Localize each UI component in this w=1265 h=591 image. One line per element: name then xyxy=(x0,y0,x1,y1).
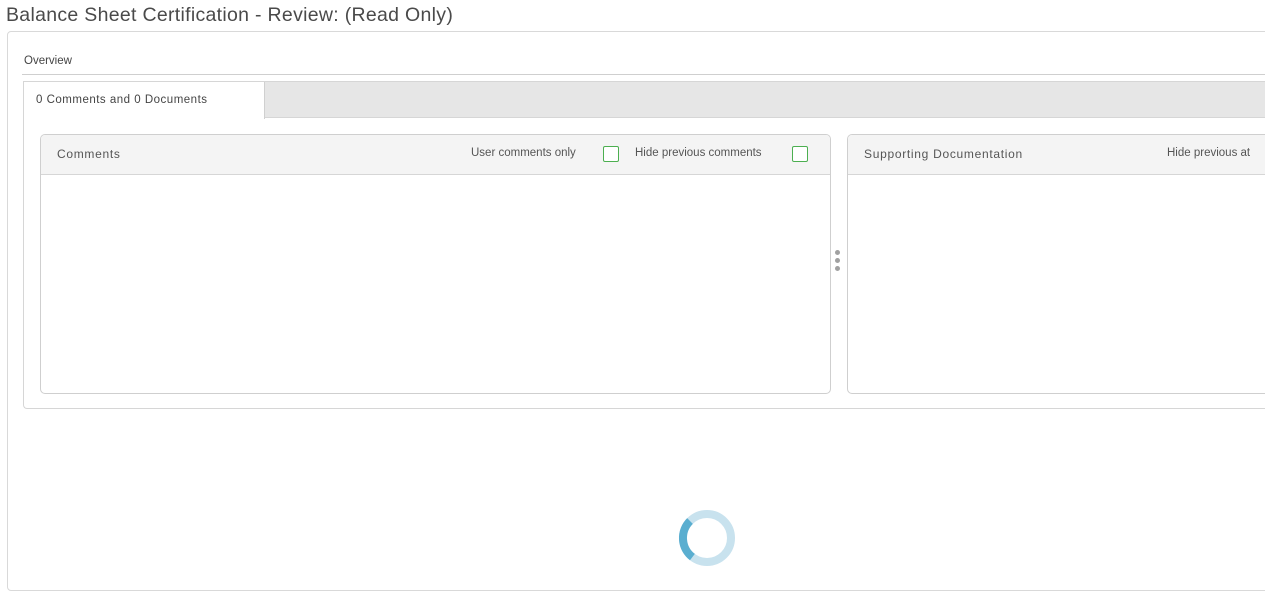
supporting-documentation-title: Supporting Documentation xyxy=(864,147,1023,161)
hide-previous-comments-checkbox[interactable] xyxy=(792,146,808,162)
overview-label: Overview xyxy=(24,55,72,67)
comments-panel-header: Comments User comments only Hide previou… xyxy=(41,135,830,175)
comments-list xyxy=(41,175,830,393)
vertical-dots-icon xyxy=(835,250,840,255)
page-title: Balance Sheet Certification - Review: (R… xyxy=(6,4,454,26)
user-comments-only-checkbox[interactable] xyxy=(603,146,619,162)
panel-splitter[interactable] xyxy=(835,250,841,280)
supporting-documentation-panel: Supporting Documentation Hide previous a… xyxy=(847,134,1265,394)
comments-panel-title: Comments xyxy=(57,147,121,161)
documents-list xyxy=(848,175,1265,393)
overview-divider xyxy=(22,74,1265,75)
spinner-arc xyxy=(678,518,696,561)
supporting-documentation-header: Supporting Documentation Hide previous a… xyxy=(848,135,1265,175)
hide-previous-comments-label: Hide previous comments xyxy=(635,147,762,159)
user-comments-only-label: User comments only xyxy=(471,147,576,159)
hide-previous-attachments-label: Hide previous at xyxy=(1167,147,1251,159)
vertical-dots-icon-dot xyxy=(835,258,840,263)
tab-comments-documents[interactable]: 0 Comments and 0 Documents xyxy=(24,82,265,119)
comments-panel: Comments User comments only Hide previou… xyxy=(40,134,831,394)
loading-spinner-icon xyxy=(678,510,735,566)
vertical-dots-icon-dot xyxy=(835,266,840,271)
